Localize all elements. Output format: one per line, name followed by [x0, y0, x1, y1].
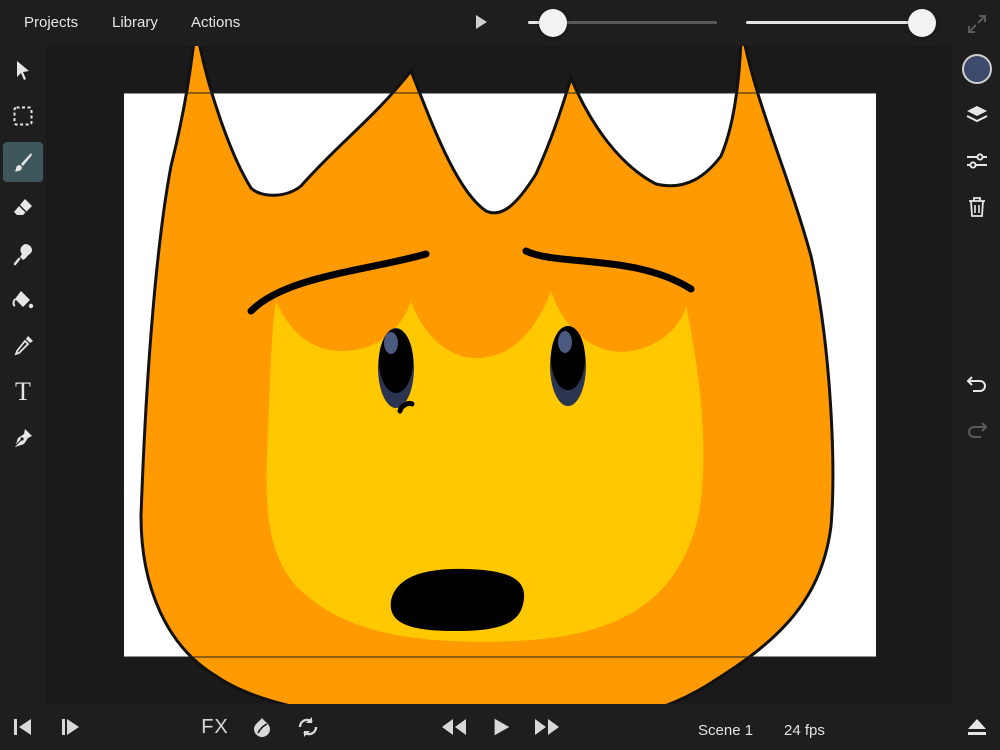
play-button[interactable] — [490, 714, 512, 740]
previous-frame-button[interactable] — [10, 714, 36, 740]
top-bar: Projects Library Actions — [0, 0, 1000, 46]
expand-icon[interactable] — [965, 12, 989, 36]
smudge-icon — [13, 244, 32, 266]
text-icon: T — [15, 377, 31, 406]
smudge-tool[interactable] — [3, 234, 43, 274]
eject-icon — [968, 719, 986, 735]
undo-button[interactable] — [957, 364, 997, 404]
fx-button[interactable]: FX — [200, 714, 230, 740]
step-back-icon — [14, 719, 31, 735]
fill-tool[interactable] — [3, 280, 43, 320]
library-menu[interactable]: Library — [112, 14, 158, 31]
current-color-swatch — [962, 54, 992, 84]
layers-button[interactable] — [957, 95, 997, 135]
drawing-stage[interactable] — [46, 46, 953, 704]
text-tool[interactable]: T — [3, 372, 43, 412]
undo-icon — [966, 376, 986, 392]
loop-icon — [298, 717, 318, 737]
playback-slider-knob[interactable] — [539, 9, 567, 37]
eyedropper-icon — [14, 336, 33, 356]
sliders-icon — [967, 153, 987, 169]
actions-menu[interactable]: Actions — [191, 14, 240, 31]
next-frame-button[interactable] — [58, 714, 84, 740]
timeline-toggle-button[interactable] — [964, 714, 990, 740]
preview-play-icon[interactable] — [476, 15, 487, 29]
marquee-tool[interactable] — [3, 96, 43, 136]
playback-slider-track[interactable] — [550, 21, 717, 24]
select-tool[interactable] — [3, 50, 43, 90]
onion-skin-icon — [254, 718, 270, 737]
tool-palette: T — [0, 46, 46, 704]
bottom-bar: FX Scene 1 24 fps — [0, 704, 1000, 750]
dashed-square-icon — [13, 106, 33, 126]
projects-menu[interactable]: Projects — [24, 14, 78, 31]
rewind-icon — [442, 719, 466, 735]
layers-icon — [966, 106, 988, 123]
step-forward-icon — [62, 719, 79, 735]
scene-label[interactable]: Scene 1 — [698, 722, 753, 739]
redo-icon — [968, 422, 988, 438]
redo-button[interactable] — [957, 410, 997, 450]
arrow-cursor-icon — [17, 61, 29, 80]
brush-tool[interactable] — [3, 142, 43, 182]
flame-character-drawing[interactable] — [46, 46, 953, 704]
eraser-icon — [14, 199, 32, 215]
loop-button[interactable] — [294, 714, 322, 740]
pen-tool[interactable] — [3, 418, 43, 458]
eyedropper-tool[interactable] — [3, 326, 43, 366]
eraser-tool[interactable] — [3, 188, 43, 228]
color-picker-button[interactable] — [957, 49, 997, 89]
fps-label[interactable]: 24 fps — [784, 722, 825, 739]
onion-skin-button[interactable] — [248, 714, 276, 740]
side-panel — [953, 46, 1000, 704]
pen-nib-icon — [14, 429, 32, 447]
rewind-button[interactable] — [440, 714, 468, 740]
brush-icon — [14, 153, 32, 172]
delete-button[interactable] — [957, 187, 997, 227]
size-slider-track[interactable] — [746, 21, 922, 24]
paint-bucket-icon — [12, 291, 34, 309]
size-slider-knob[interactable] — [908, 9, 936, 37]
adjustments-button[interactable] — [957, 141, 997, 181]
fast-forward-button[interactable] — [533, 714, 561, 740]
fast-forward-icon — [535, 719, 559, 735]
play-icon — [494, 718, 510, 736]
trash-icon — [969, 197, 985, 217]
